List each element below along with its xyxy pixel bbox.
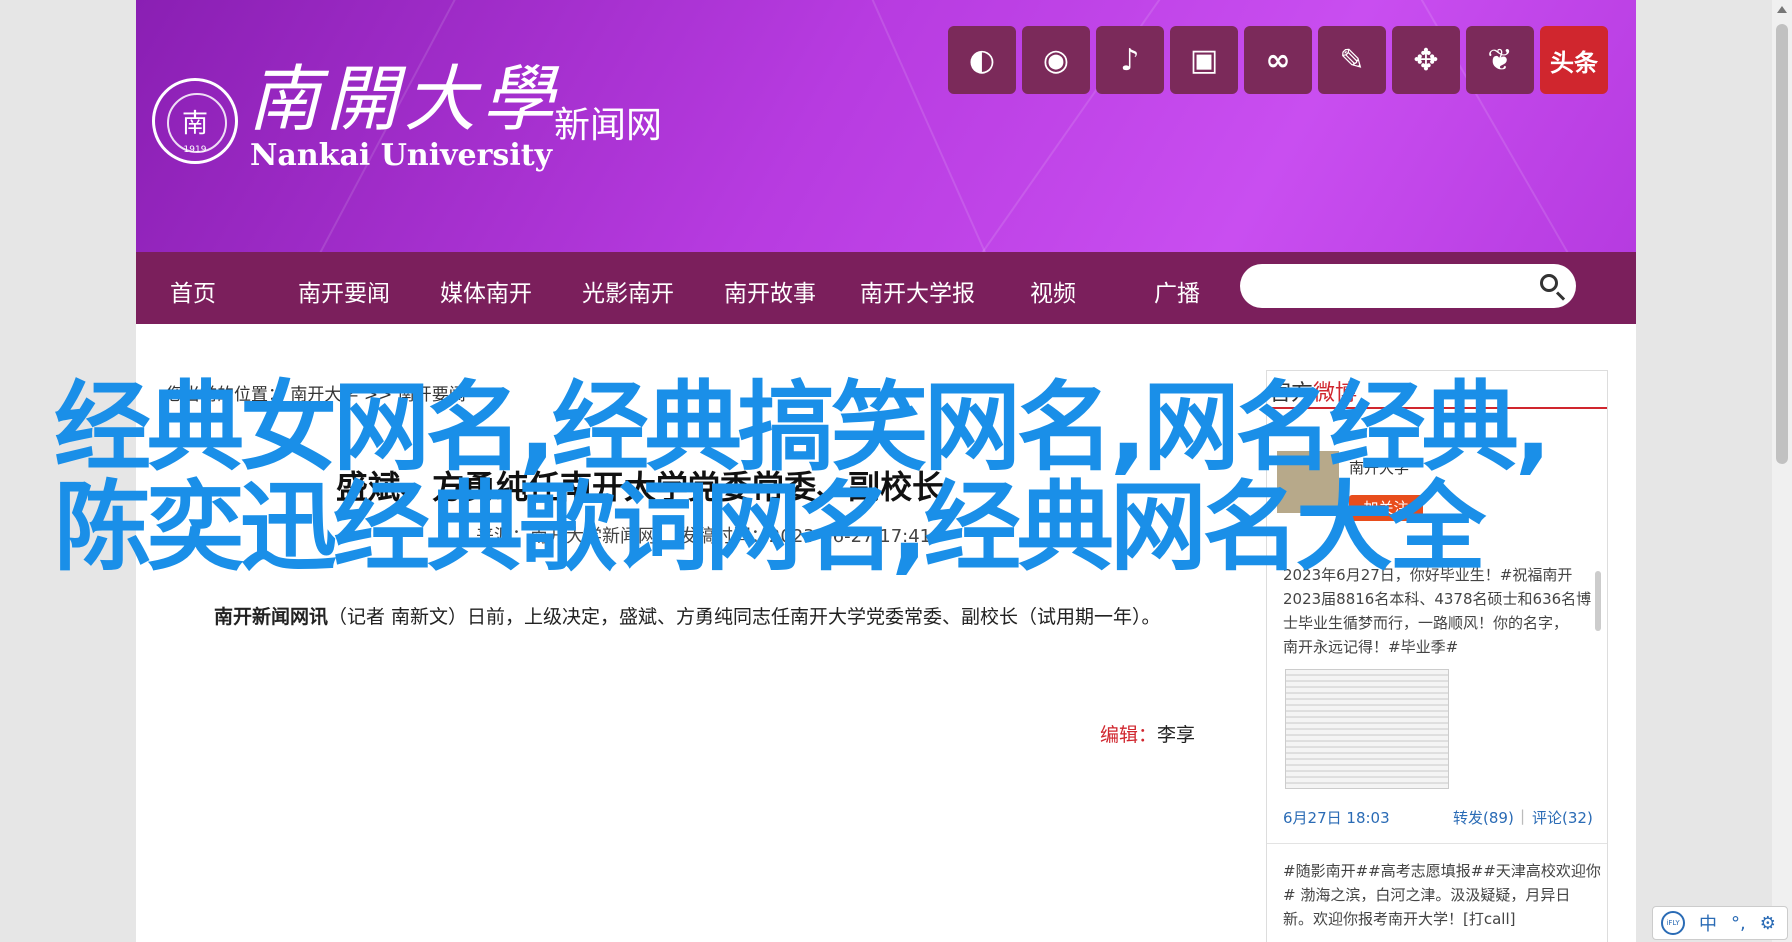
search-box — [1240, 264, 1576, 308]
weibo-post2-line: # 渤海之滨，白河之津。汲汲疑疑，月异日 — [1283, 886, 1571, 904]
xuexi-icon[interactable]: ✎ — [1318, 26, 1386, 94]
nav-item-stories[interactable]: 南开故事 — [724, 274, 816, 308]
weibo-scrollbar[interactable] — [1595, 571, 1601, 631]
editor-name: 李享 — [1157, 724, 1196, 746]
header-banner: 南 1919 南開大學 Nankai University 新闻网 ◐ ◉ ♪ … — [136, 0, 1636, 252]
toutiao-icon[interactable]: 头条 — [1540, 26, 1608, 94]
logo-chinese-name[interactable]: 南開大學 — [248, 40, 560, 145]
scrollbar-thumb[interactable] — [1776, 24, 1788, 464]
university-seal-logo[interactable]: 南 1919 — [152, 78, 238, 164]
nav-item-home[interactable]: 首页 — [170, 274, 216, 308]
nav-item-video[interactable]: 视频 — [1030, 274, 1076, 308]
search-icon[interactable] — [1540, 274, 1558, 292]
weibo-post-line: 士毕业生循梦而行，一路顺风！你的名字， — [1283, 614, 1569, 632]
window-scrollbar[interactable] — [1772, 0, 1792, 942]
seal-year: 1919 — [183, 145, 207, 155]
weibo-post2-line: #随影南开##高考志愿填报##天津高校欢迎你 — [1283, 862, 1601, 880]
nav-item-photo[interactable]: 光影南开 — [582, 274, 674, 308]
weibo-action-separator: | — [1520, 807, 1526, 825]
social-icons-bar: ◐ ◉ ♪ ▣ ∞ ✎ ✥ ❦ 头条 — [948, 26, 1608, 94]
ime-settings-icon[interactable]: ⚙ — [1760, 913, 1776, 934]
weibo-post2-line: 新。欢迎你报考南开大学！[打call] — [1283, 910, 1516, 928]
qq-icon[interactable]: ✥ — [1392, 26, 1460, 94]
article-lead: 南开新闻网讯 — [214, 606, 329, 628]
logo-english-name[interactable]: Nankai University — [250, 138, 552, 173]
search-input[interactable] — [1256, 272, 1530, 302]
feather-icon[interactable]: ❦ — [1466, 26, 1534, 94]
weibo-repost-link[interactable]: 转发(89) — [1453, 807, 1514, 828]
scroll-up-arrow-icon[interactable] — [1777, 6, 1787, 13]
nav-item-news[interactable]: 南开要闻 — [298, 274, 390, 308]
weibo-comment-link[interactable]: 评论(32) — [1532, 807, 1593, 828]
kuaishou-icon[interactable]: ∞ — [1244, 26, 1312, 94]
editor-label: 编辑： — [1100, 724, 1158, 746]
site-subtitle: 新闻网 — [554, 105, 663, 146]
article-body: （记者 南新文）日前，上级决定，盛斌、方勇纯同志任南开大学党委常委、副校长（试用… — [328, 606, 1161, 628]
weibo-post-time: 6月27日 18:03 — [1283, 809, 1390, 827]
wechat-icon[interactable]: ◐ — [948, 26, 1016, 94]
weibo-post-line: 2023届8816名本科、4378名硕士和636名博 — [1283, 590, 1592, 608]
weibo-post-divider — [1267, 843, 1607, 844]
weibo-post-image[interactable] — [1285, 669, 1449, 789]
weibo-post-line: 南开永远记得！#毕业季# — [1283, 638, 1459, 656]
nav-item-media[interactable]: 媒体南开 — [440, 274, 532, 308]
article-editor: 编辑：李享 — [1100, 720, 1195, 747]
overlay-headline-text: 经典女网名,经典搞笑网名,网名经典,陈奕迅经典歌词网名,经典网名大全 — [54, 371, 1552, 584]
seal-glyph: 南 — [181, 108, 208, 139]
nav-item-newspaper[interactable]: 南开大学报 — [860, 274, 975, 308]
ifly-icon[interactable]: iFLY — [1661, 911, 1685, 935]
ime-toolbar: iFLY 中 °, ⚙ — [1652, 906, 1788, 940]
article-paragraph: 南开新闻网讯（记者 南新文）日前，上级决定，盛斌、方勇纯同志任南开大学党委常委、… — [214, 602, 1161, 629]
ime-language-toggle[interactable]: 中 — [1699, 910, 1717, 936]
douyin-icon[interactable]: ♪ — [1096, 26, 1164, 94]
main-nav: 首页 南开要闻 媒体南开 光影南开 南开故事 南开大学报 视频 广播 — [136, 252, 1636, 324]
bilibili-icon[interactable]: ▣ — [1170, 26, 1238, 94]
nav-item-radio[interactable]: 广播 — [1154, 274, 1200, 308]
weibo-icon[interactable]: ◉ — [1022, 26, 1090, 94]
ime-punctuation-toggle[interactable]: °, — [1731, 913, 1746, 934]
